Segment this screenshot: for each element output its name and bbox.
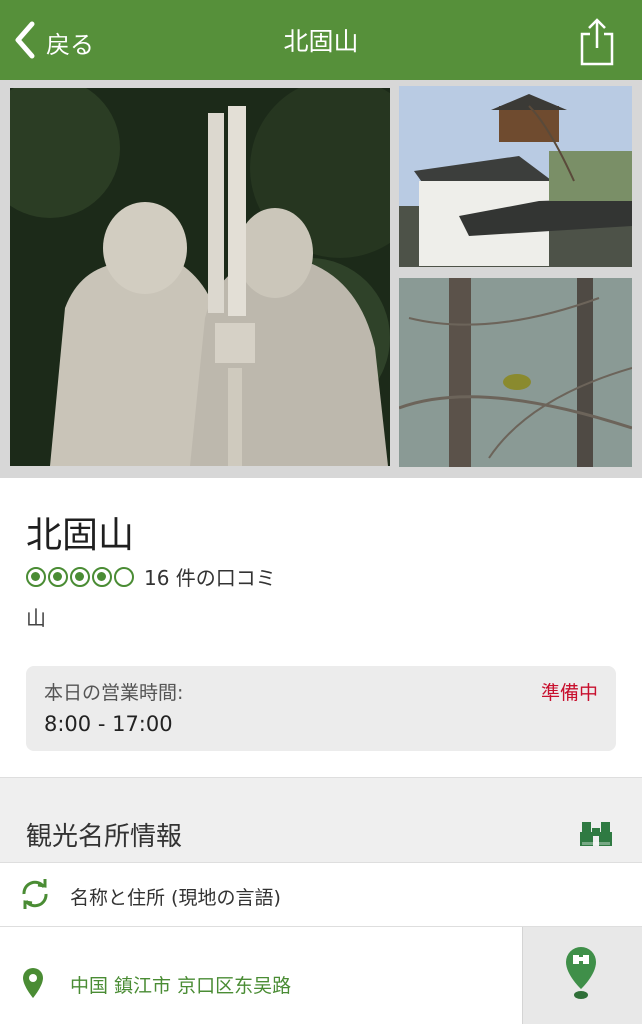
rating-row[interactable]: 16 件の口コミ	[26, 562, 276, 591]
name-address-label: 名称と住所 (現地の言語)	[70, 887, 281, 909]
refresh-icon	[18, 877, 52, 911]
location-pin-icon	[22, 967, 44, 999]
address-text: 中国 鎮江市 京口区东吴路	[70, 975, 292, 997]
map-pin-icon	[563, 945, 599, 1003]
address-row[interactable]: 中国 鎮江市 京口区东吴路	[0, 927, 522, 1024]
hours-status: 準備中	[540, 682, 598, 704]
photo-statue[interactable]	[10, 88, 390, 466]
share-icon[interactable]	[578, 16, 616, 68]
navigation-bar: 戻る 北固山	[0, 0, 642, 80]
hours-label: 本日の営業時間:	[44, 682, 184, 704]
photo-pavilion[interactable]	[399, 86, 632, 267]
page-title: 北固山	[283, 27, 359, 56]
hours-time: 8:00 - 17:00	[44, 712, 173, 736]
name-address-local-row[interactable]: 名称と住所 (現地の言語)	[0, 863, 642, 927]
attraction-category: 山	[26, 606, 46, 630]
photo-bird-tree[interactable]	[399, 278, 632, 467]
section-header: 観光名所情報	[0, 777, 642, 863]
rating-bubble	[70, 566, 90, 587]
rating-bubble	[114, 566, 134, 587]
review-count-link[interactable]: 16 件の口コミ	[144, 562, 276, 591]
attraction-name: 北固山	[26, 515, 135, 556]
rating-bubble	[92, 566, 112, 587]
section-title: 観光名所情報	[26, 822, 183, 852]
rating-bubble	[26, 566, 46, 587]
rating-bubbles	[26, 566, 134, 587]
map-thumbnail[interactable]	[522, 927, 642, 1024]
hours-card: 本日の営業時間: 準備中 8:00 - 17:00	[26, 666, 616, 751]
photo-gallery	[0, 80, 642, 478]
rating-bubble	[48, 566, 68, 587]
binoculars-icon	[580, 820, 612, 848]
